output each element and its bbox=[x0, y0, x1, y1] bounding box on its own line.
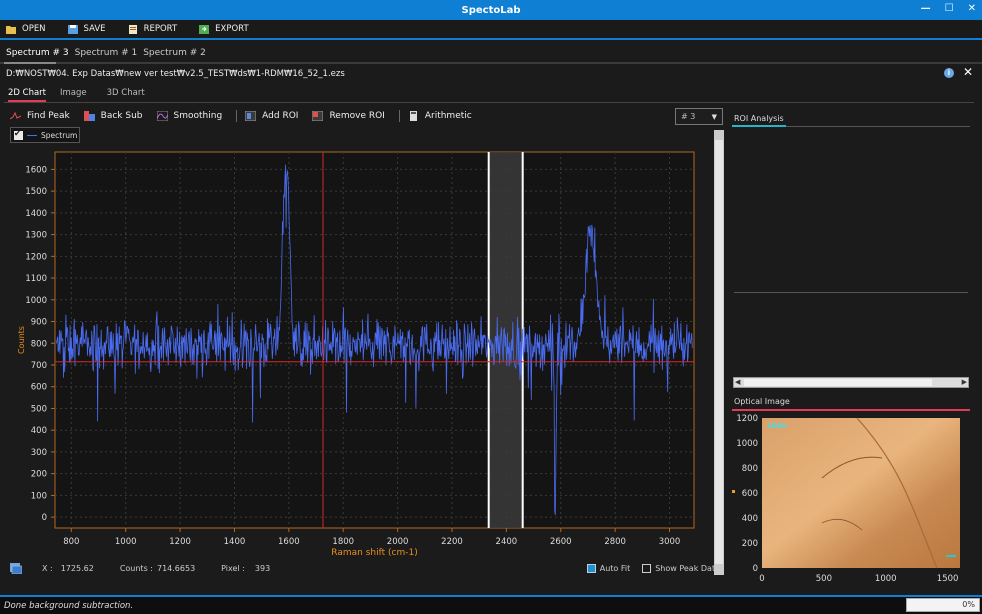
x-tick-label: 1600 bbox=[278, 537, 300, 547]
y-tick-label: 200 bbox=[31, 470, 47, 480]
x-tick-label: 2200 bbox=[441, 537, 463, 547]
auto-fit-checkbox[interactable] bbox=[586, 563, 596, 573]
x-axis-label: Raman shift (cm-1) bbox=[331, 548, 417, 558]
spectrum-chart[interactable]: 800 1000 1200 1400 1600 1800 2000 2200 2400 2600 2… bbox=[0, 0, 982, 614]
y-tick-label: 700 bbox=[31, 361, 47, 371]
scrollbar-thumb[interactable] bbox=[744, 379, 932, 386]
cursor-pixel-value: 393 bbox=[254, 563, 271, 573]
cursor-counts-value: 714.6653 bbox=[156, 563, 196, 573]
roi-tab-underline bbox=[732, 125, 970, 127]
x-tick-label: 1800 bbox=[332, 537, 354, 547]
export-chart-icon[interactable] bbox=[10, 562, 22, 574]
optical-tab-underline bbox=[732, 409, 970, 411]
y-tick-label: 800 bbox=[31, 339, 47, 349]
status-message: Done background subtraction. bbox=[4, 600, 134, 611]
y-tick-label: 300 bbox=[31, 448, 47, 458]
y-axis-label: Counts bbox=[17, 326, 26, 354]
x-tick-label: 800 bbox=[63, 537, 79, 547]
x-tick-label: 2400 bbox=[496, 537, 518, 547]
x-tick-label: 1400 bbox=[224, 537, 246, 547]
x-tick-label: 1200 bbox=[169, 537, 191, 547]
roi-divider bbox=[734, 292, 968, 293]
x-tick-label: 2000 bbox=[387, 537, 409, 547]
cursor-status: X : 1725.62 Counts : 714.6653 Pixel : 39… bbox=[10, 561, 720, 575]
y-tick-label: 900 bbox=[31, 318, 47, 328]
progress-bar: 0% bbox=[906, 598, 980, 612]
y-tick-label: 1200 bbox=[25, 252, 47, 262]
cursor-x-value: 1725.62 bbox=[60, 563, 94, 573]
tab-optical-image[interactable]: Optical Image bbox=[734, 397, 790, 406]
scrollbar-thumb[interactable] bbox=[715, 140, 723, 564]
chart-vertical-scrollbar[interactable] bbox=[714, 130, 724, 575]
tab-roi-analysis[interactable]: ROI Analysis bbox=[734, 114, 784, 123]
scroll-left-icon[interactable]: ◀ bbox=[735, 378, 740, 386]
y-tick-label: 600 bbox=[31, 383, 47, 393]
plot-area bbox=[54, 151, 695, 529]
status-bar: Done background subtraction. bbox=[0, 595, 982, 614]
x-tick-label: 1000 bbox=[115, 537, 137, 547]
show-peak-data-label: Show Peak Data bbox=[655, 563, 720, 573]
y-tick-label: 500 bbox=[31, 404, 47, 414]
x-tick-label: 2800 bbox=[604, 537, 626, 547]
y-tick-label: 1600 bbox=[25, 165, 47, 175]
y-tick-label: 0 bbox=[42, 513, 47, 523]
y-tick-label: 1500 bbox=[25, 187, 47, 197]
x-tick-label: 2600 bbox=[550, 537, 572, 547]
y-tick-label: 1000 bbox=[25, 296, 47, 306]
y-tick-label: 1400 bbox=[25, 209, 47, 219]
roi-horizontal-scrollbar[interactable]: ◀ ▶ bbox=[733, 377, 969, 388]
scroll-right-icon[interactable]: ▶ bbox=[962, 378, 967, 386]
auto-fit-label: Auto Fit bbox=[599, 563, 631, 573]
y-tick-label: 1100 bbox=[25, 274, 47, 284]
show-peak-data-checkbox[interactable] bbox=[642, 563, 652, 573]
y-tick-label: 100 bbox=[31, 491, 47, 501]
y-tick-label: 1300 bbox=[25, 231, 47, 241]
x-tick-label: 3000 bbox=[659, 537, 681, 547]
y-tick-label: 400 bbox=[31, 426, 47, 436]
